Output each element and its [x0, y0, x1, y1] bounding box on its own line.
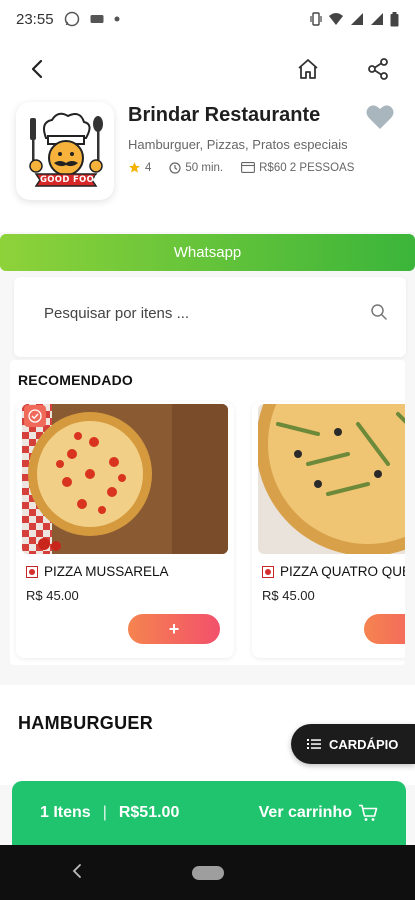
favorite-button[interactable] — [366, 104, 394, 135]
product-price: R$ 45.00 — [262, 588, 315, 603]
signal-icon — [371, 13, 383, 25]
product-card[interactable]: PIZZA MUSSARELA R$ 45.00 + — [16, 402, 234, 658]
delivery-time-value: 50 min. — [185, 161, 224, 174]
whatsapp-icon — [64, 11, 79, 27]
cart-total: R$51.00 — [118, 804, 180, 821]
pizza-image — [22, 404, 228, 554]
nav-actions — [293, 54, 393, 84]
rating: 4 — [128, 161, 151, 174]
restaurant-meta: 4 50 min. R$60 2 PESSOAS — [128, 161, 354, 174]
check-badge — [24, 405, 46, 427]
pizza-image — [258, 404, 405, 554]
restaurant-header: GOOD FOOD Brindar Restaurante Hamburguer… — [0, 100, 415, 232]
status-time: 23:55 — [16, 10, 54, 28]
back-button[interactable] — [22, 54, 52, 84]
recommended-section: RECOMENDADO PIZZA MUSSARELA R$ 45.00 + P… — [10, 360, 405, 665]
home-icon — [298, 59, 318, 79]
product-name: PIZZA MUSSARELA — [26, 564, 169, 579]
status-left-icons — [64, 11, 120, 27]
heart-icon — [366, 105, 394, 129]
product-card[interactable]: PIZZA QUATRO QUE R$ 45.00 + — [252, 402, 405, 658]
system-back-button[interactable] — [72, 863, 82, 884]
product-image — [258, 404, 405, 554]
share-icon — [368, 58, 388, 80]
dot-icon — [114, 16, 120, 22]
view-cart-button[interactable]: Ver carrinho — [259, 804, 378, 822]
share-button[interactable] — [363, 54, 393, 84]
restaurant-categories: Hamburguer, Pizzas, Pratos especiais — [128, 137, 348, 152]
menu-button[interactable]: CARDÁPIO — [291, 724, 415, 764]
rating-value: 4 — [145, 161, 152, 174]
add-to-cart-button[interactable]: + — [128, 614, 220, 644]
search-icon[interactable] — [370, 303, 388, 321]
restaurant-screen: 23:55 GOOD FOOD Brindar Restaurante Hamb… — [0, 0, 415, 900]
product-name-text: PIZZA QUATRO QUE — [280, 564, 405, 579]
add-to-cart-button[interactable]: + — [364, 614, 405, 644]
search-input[interactable] — [44, 305, 344, 322]
restaurant-name: Brindar Restaurante — [128, 104, 321, 126]
search-card — [14, 277, 406, 357]
system-home-button[interactable] — [191, 865, 224, 880]
top-nav — [0, 38, 415, 100]
product-name-text: PIZZA MUSSARELA — [44, 564, 169, 579]
cart-bar[interactable]: 1 Itens | R$51.00 Ver carrinho — [12, 781, 406, 845]
message-icon — [90, 15, 104, 23]
wallet-icon — [241, 162, 256, 173]
system-nav-bar — [0, 845, 415, 900]
price-for-two: R$60 2 PESSOAS — [241, 162, 354, 174]
chevron-left-icon — [31, 59, 43, 79]
section-title: HAMBURGUER — [18, 713, 153, 733]
menu-button-label: CARDÁPIO — [329, 736, 399, 752]
vibrate-icon — [310, 12, 322, 26]
list-icon — [307, 739, 321, 749]
price-for-two-value: R$60 2 PESSOAS — [259, 161, 355, 174]
product-price: R$ 45.00 — [26, 588, 79, 603]
battery-icon — [390, 11, 399, 26]
cart-items: 1 Itens — [40, 804, 91, 821]
signal-icon — [351, 13, 363, 25]
recommended-title: RECOMENDADO — [18, 372, 133, 388]
whatsapp-button[interactable]: Whatsapp — [0, 234, 415, 271]
chevron-left-icon — [72, 864, 81, 878]
status-right-icons — [310, 11, 399, 27]
non-veg-mark-icon — [26, 565, 38, 578]
cart-separator: | — [102, 804, 107, 821]
home-button[interactable] — [293, 54, 323, 84]
star-icon — [129, 162, 140, 173]
wifi-icon — [329, 13, 343, 25]
delivery-time: 50 min. — [169, 162, 223, 174]
product-name: PIZZA QUATRO QUE — [262, 564, 405, 579]
clock-icon — [169, 161, 182, 174]
status-bar: 23:55 — [0, 0, 415, 38]
view-cart-label: Ver carrinho — [258, 804, 352, 821]
restaurant-logo: GOOD FOOD — [16, 102, 114, 200]
product-image — [22, 404, 228, 554]
logo-text: GOOD FOOD — [40, 175, 102, 185]
cart-icon — [359, 804, 378, 821]
non-veg-mark-icon — [262, 565, 274, 578]
check-icon — [28, 409, 42, 423]
